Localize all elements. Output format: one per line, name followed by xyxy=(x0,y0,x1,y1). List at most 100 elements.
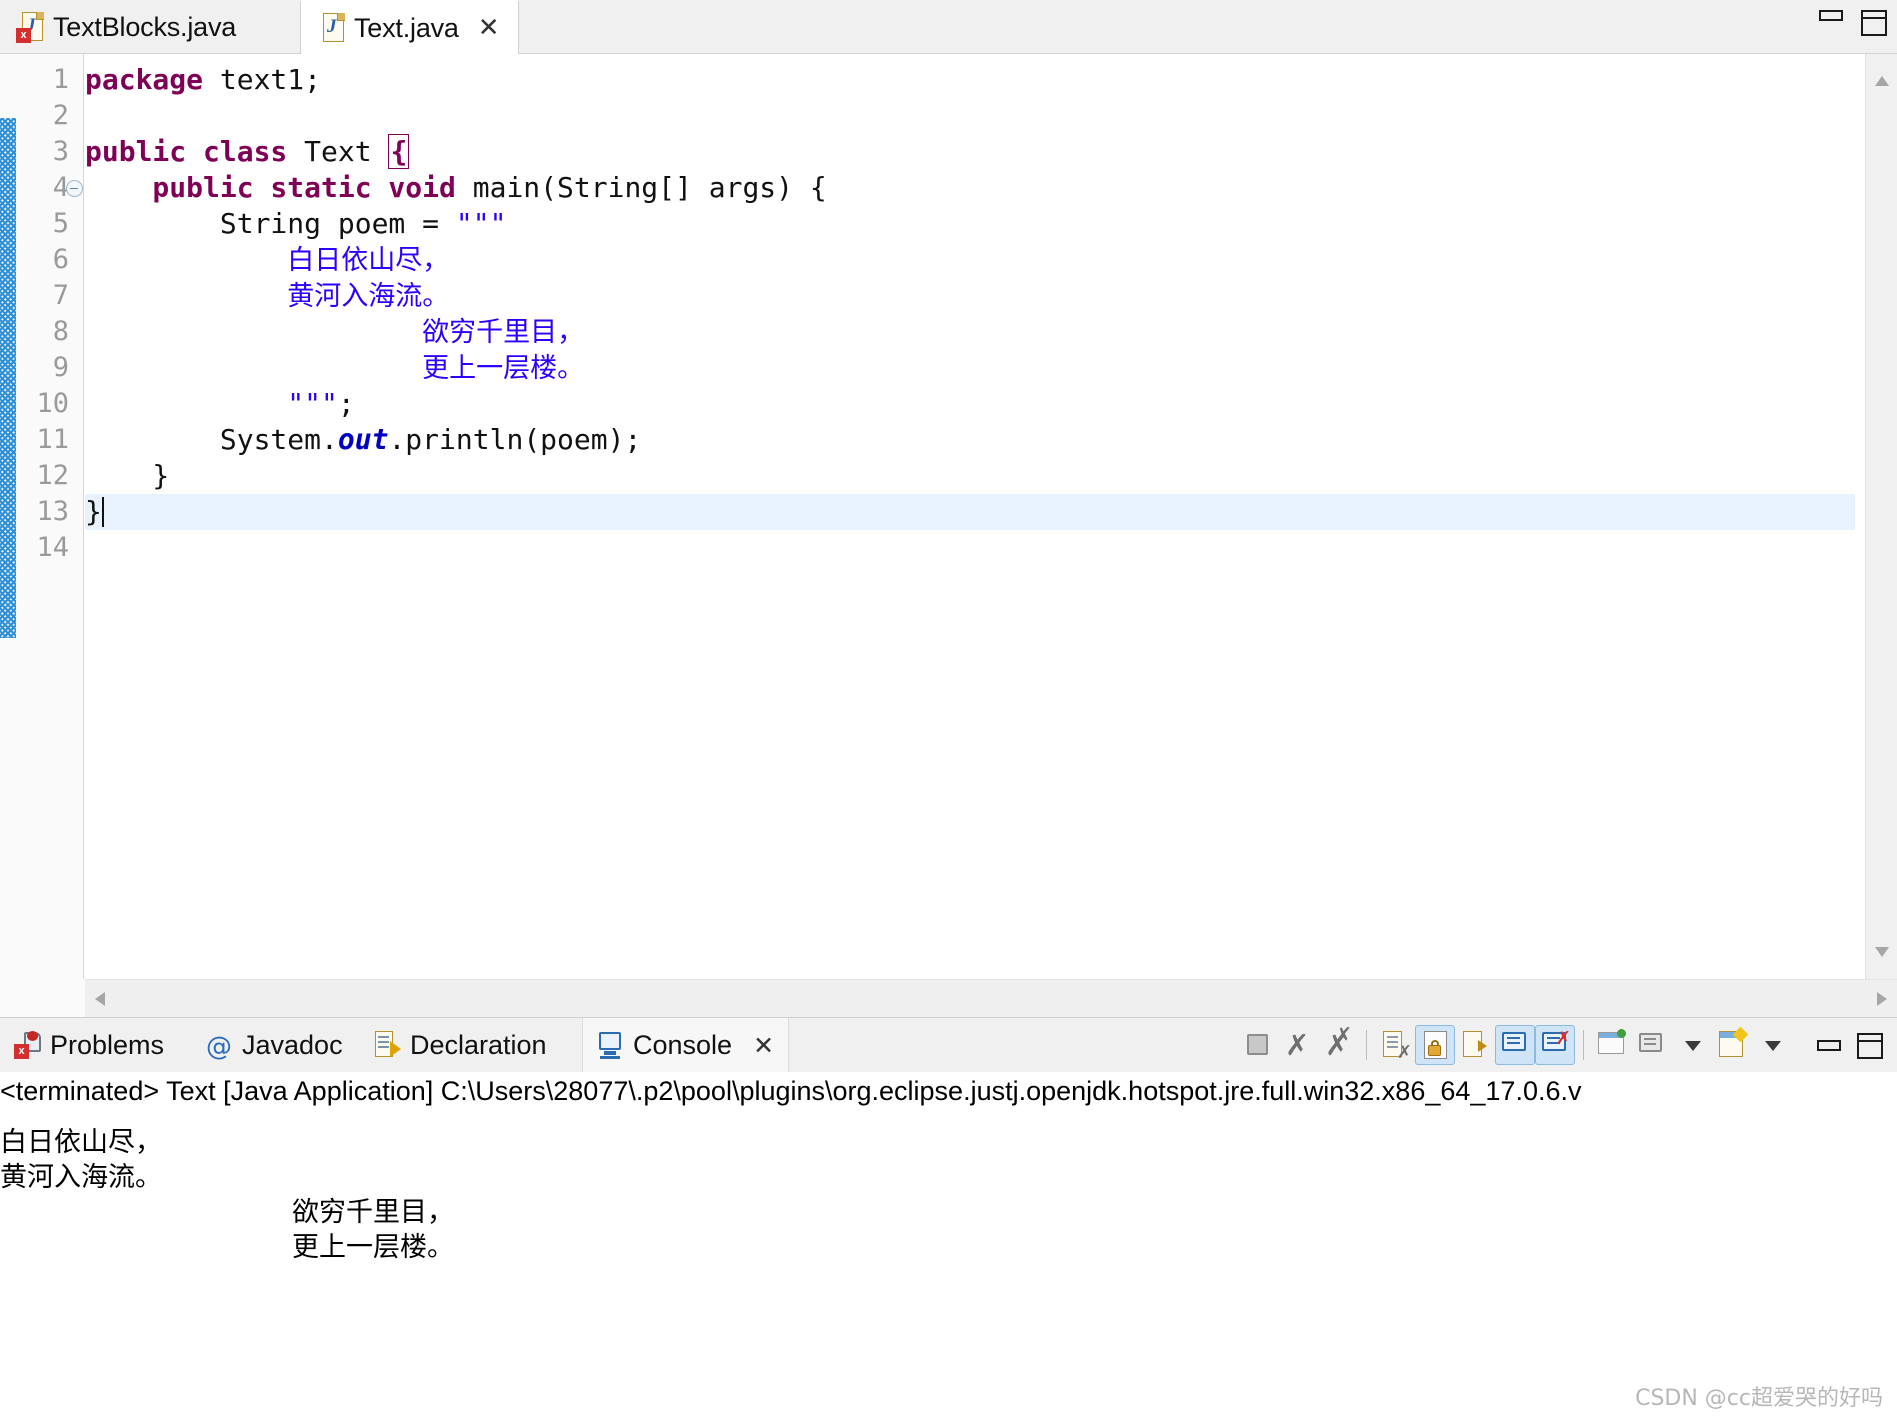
close-icon[interactable]: ✕ xyxy=(478,15,500,41)
display-selected-console-button[interactable] xyxy=(1632,1025,1672,1065)
terminate-button[interactable] xyxy=(1238,1025,1278,1065)
fold-collapse-icon[interactable] xyxy=(66,180,83,197)
eclipse-ide-window: J x TextBlocks.java J Text.java ✕ 123456… xyxy=(0,0,1897,1420)
scrollbar-corner xyxy=(0,979,85,1017)
remove-all-terminated-button[interactable]: ✗ ✗ xyxy=(1318,1024,1358,1065)
toolbar-separator xyxy=(1366,1030,1367,1060)
text-block-content: 白日依山尽， xyxy=(287,245,450,276)
scroll-left-icon[interactable] xyxy=(95,992,105,1006)
maximize-icon[interactable] xyxy=(1861,10,1887,36)
console-output-line: 白日依山尽， xyxy=(0,1127,162,1158)
keyword-token: public class xyxy=(85,135,305,168)
code-token: String poem = xyxy=(85,207,456,240)
text-block-content: 更上一层楼。 xyxy=(422,353,585,384)
code-line: 更上一层楼。 xyxy=(85,350,584,387)
code-token: } xyxy=(85,459,170,492)
tab-problems[interactable]: x Problems xyxy=(0,1018,178,1072)
code-line: """; xyxy=(85,386,355,422)
code-line: package text1; xyxy=(85,62,321,98)
minimize-icon[interactable] xyxy=(1819,10,1843,21)
code-line: String poem = """ xyxy=(85,206,507,242)
problems-icon: x xyxy=(14,1031,41,1059)
tab-console[interactable]: Console ✕ xyxy=(582,1018,790,1072)
scroll-right-icon[interactable] xyxy=(1877,992,1887,1006)
tab-declaration[interactable]: Declaration xyxy=(360,1018,561,1072)
editor-tab-label: Text.java xyxy=(354,12,459,43)
bottom-panel: x Problems @ Javadoc Declaration Console xyxy=(0,1017,1897,1420)
line-number: 5 xyxy=(52,208,69,239)
declaration-icon xyxy=(374,1031,401,1059)
field-token: out xyxy=(337,423,389,456)
string-token: """ xyxy=(287,387,338,420)
text-block-content: 欲穷千里目， xyxy=(422,317,585,348)
line-number: 14 xyxy=(36,532,69,563)
console-output[interactable]: <terminated> Text [Java Application] C:\… xyxy=(0,1072,1897,1420)
code-line: public static void main(String[] args) { xyxy=(85,170,826,206)
tab-label: Javadoc xyxy=(242,1029,343,1060)
editor-tab-text[interactable]: J Text.java ✕ xyxy=(300,0,519,54)
toolbar-separator xyxy=(1583,1030,1584,1060)
code-line: 欲穷千里目， xyxy=(85,314,584,351)
tab-label: Console xyxy=(633,1029,733,1060)
scroll-lock-button[interactable] xyxy=(1415,1025,1455,1065)
scroll-up-icon[interactable] xyxy=(1875,76,1889,86)
clear-console-button[interactable]: ✗ xyxy=(1375,1025,1415,1065)
watermark: CSDN @cc超爱哭的好吗 xyxy=(1635,1386,1883,1411)
code-line: } xyxy=(85,494,104,530)
word-wrap-button[interactable] xyxy=(1455,1025,1495,1065)
code-token: } xyxy=(85,495,102,528)
code-line: System.out.println(poem); xyxy=(85,422,641,458)
line-number: 10 xyxy=(36,388,69,419)
line-number: 11 xyxy=(36,424,69,455)
text-block-content: 黄河入海流。 xyxy=(287,281,450,312)
code-text-area[interactable]: package text1; public class Text { public… xyxy=(85,54,1897,979)
matching-brace: { xyxy=(388,134,410,169)
code-editor[interactable]: 1 2 3 4 5 6 7 8 9 10 11 12 13 14 package text1; public… xyxy=(0,54,1897,979)
remove-launch-button[interactable]: ✗ xyxy=(1278,1025,1318,1065)
show-console-on-error-button[interactable]: ✗ xyxy=(1535,1025,1575,1065)
editor-horizontal-scrollbar[interactable] xyxy=(85,979,1897,1017)
console-output-line: 黄河入海流。 xyxy=(0,1162,162,1193)
current-line-highlight xyxy=(85,494,1855,530)
close-icon[interactable]: ✕ xyxy=(753,1031,774,1060)
keyword-token: package xyxy=(85,63,220,96)
java-file-error-icon: J x xyxy=(16,12,44,43)
editor-vertical-scrollbar[interactable] xyxy=(1865,54,1897,979)
at-icon: @ xyxy=(206,1032,232,1062)
editor-tab-bar: J x TextBlocks.java J Text.java ✕ xyxy=(0,0,1897,54)
line-number: 2 xyxy=(52,100,69,131)
line-number: 6 xyxy=(52,244,69,275)
code-token: System. xyxy=(85,423,338,456)
line-number: 8 xyxy=(52,316,69,347)
code-token: Text xyxy=(304,135,389,168)
editor-tab-textblocks[interactable]: J x TextBlocks.java xyxy=(0,0,254,54)
code-token: ; xyxy=(337,387,355,420)
open-console-dropdown[interactable] xyxy=(1752,1025,1792,1065)
line-number: 7 xyxy=(52,280,69,311)
line-number: 1 xyxy=(52,64,69,95)
console-status-line: <terminated> Text [Java Application] C:\… xyxy=(0,1076,1582,1106)
code-line: 黄河入海流。 xyxy=(85,278,449,315)
java-file-icon: J xyxy=(319,13,345,43)
console-icon xyxy=(597,1031,624,1059)
scroll-down-icon[interactable] xyxy=(1875,947,1889,957)
tab-label: Declaration xyxy=(410,1029,547,1060)
pin-console-button[interactable] xyxy=(1592,1025,1632,1065)
keyword-token: public static void xyxy=(85,171,473,204)
show-console-on-output-button[interactable] xyxy=(1495,1025,1535,1065)
code-token: .println(poem); xyxy=(388,423,642,456)
minimize-panel-button[interactable] xyxy=(1809,1025,1849,1065)
line-number: 13 xyxy=(36,496,69,527)
display-selected-console-dropdown[interactable] xyxy=(1672,1025,1712,1065)
open-console-button[interactable] xyxy=(1712,1025,1752,1065)
tab-javadoc[interactable]: @ Javadoc xyxy=(192,1018,357,1072)
window-controls xyxy=(1819,10,1887,36)
line-number: 12 xyxy=(36,460,69,491)
maximize-panel-button[interactable] xyxy=(1849,1025,1889,1065)
console-output-line: 欲穷千里目， xyxy=(292,1197,454,1228)
line-number-gutter[interactable]: 1 2 3 4 5 6 7 8 9 10 11 12 13 14 xyxy=(16,54,84,979)
